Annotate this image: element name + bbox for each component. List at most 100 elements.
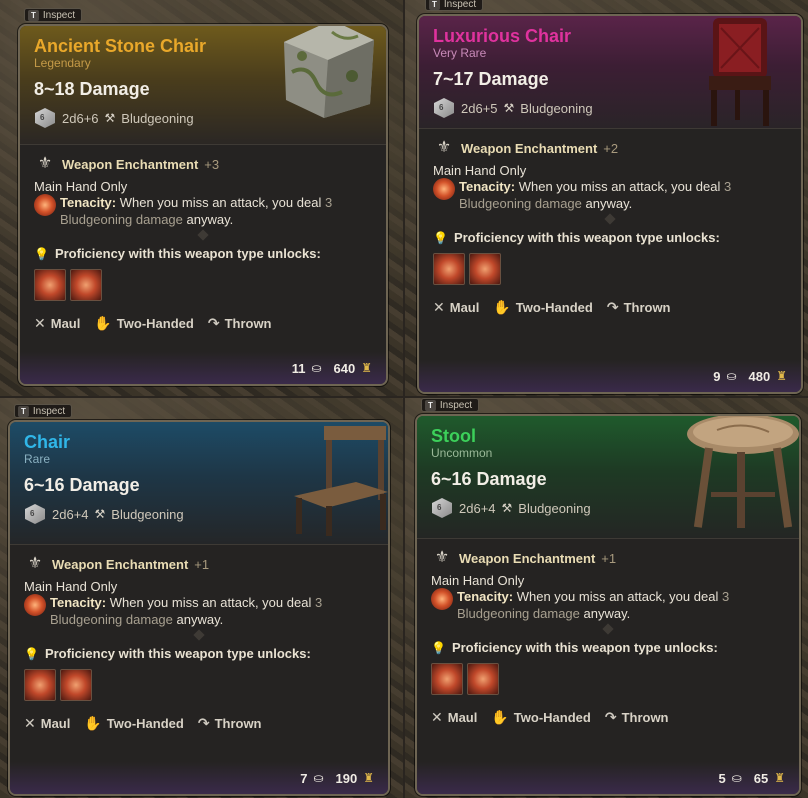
property-maul[interactable]: ✕ Maul xyxy=(431,709,477,726)
bludgeoning-icon: ⚒ xyxy=(503,101,515,115)
action-icon[interactable] xyxy=(34,269,66,301)
weapon-enchantment: ⚜ Weapon Enchantment +1 xyxy=(431,547,785,569)
d6-dice-icon: 6 xyxy=(34,106,56,130)
inspect-hint[interactable]: T Inspect xyxy=(14,404,73,418)
tooltip-footer: 11 ⛀ 640 ♜ xyxy=(20,352,386,384)
proficiency-title: 💡 Proficiency with this weapon type unlo… xyxy=(431,640,785,655)
tooltip-header: Stool Uncommon 6~16 Damage 6 2d6+4 ⚒ Blu… xyxy=(417,416,799,538)
inspect-label: Inspect xyxy=(42,9,76,21)
maul-icon: ✕ xyxy=(431,709,443,725)
tooltip-footer: 9 ⛀ 480 ♜ xyxy=(419,360,801,392)
inspect-hint[interactable]: T Inspect xyxy=(421,398,480,412)
proficiency-section: 💡 Proficiency with this weapon type unlo… xyxy=(419,218,801,324)
panel-luxurious-chair: T Inspect Luxurious Chair Very Rare 7~17… xyxy=(405,0,808,396)
property-two-handed[interactable]: ✋ Two-Handed xyxy=(94,315,193,332)
main-hand-only: Main Hand Only xyxy=(431,573,525,588)
enchantment-label: Weapon Enchantment xyxy=(52,556,189,572)
thrown-icon: ↷ xyxy=(207,315,220,331)
enchantment-section: ⚜ Weapon Enchantment +1 Main Hand Only T… xyxy=(10,544,388,634)
tenacity-label: Tenacity: xyxy=(459,179,516,194)
proficiency-text: Proficiency with this weapon type unlock… xyxy=(451,640,718,655)
enchantment-icon: ⚜ xyxy=(27,555,43,572)
stone-chair-image xyxy=(284,26,374,118)
tooltip-header: Ancient Stone Chair Legendary 8~18 Damag… xyxy=(20,26,386,144)
inspect-label: Inspect xyxy=(439,399,473,411)
property-thrown[interactable]: ↷ Thrown xyxy=(605,709,669,726)
tooltip-header: Chair Rare 6~16 Damage 6 2d6+4 ⚒ Bludgeo… xyxy=(10,422,388,544)
weapon-properties: ✕ Maul ✋ Two-Handed ↷ Thrown xyxy=(433,299,787,316)
tenacity-icon xyxy=(34,194,56,216)
tenacity-icon xyxy=(433,178,455,200)
action-icon[interactable] xyxy=(60,669,92,701)
proficiency-actions xyxy=(34,269,372,301)
action-icon[interactable] xyxy=(469,253,501,285)
lightbulb-icon: 💡 xyxy=(24,646,39,661)
proficiency-actions xyxy=(431,663,785,695)
action-icon[interactable] xyxy=(431,663,463,695)
property-thrown[interactable]: ↷ Thrown xyxy=(607,299,671,316)
inspect-key: T xyxy=(425,399,436,411)
property-thrown[interactable]: ↷ Thrown xyxy=(198,715,262,732)
tenacity-damage-type: Bludgeoning damage xyxy=(459,196,582,211)
enchantment-bonus: +2 xyxy=(603,140,619,156)
gold-icon: ♜ xyxy=(774,771,785,785)
inspect-key: T xyxy=(429,0,440,10)
damage-dice: 2d6+4 xyxy=(52,506,89,522)
property-thrown[interactable]: ↷ Thrown xyxy=(208,315,272,332)
luxurious-chair-image xyxy=(709,18,771,126)
tenacity-passive: Tenacity: When you miss an attack, you d… xyxy=(34,194,372,228)
enchantment-icon: ⚜ xyxy=(436,139,452,156)
enchantment-section: ⚜ Weapon Enchantment +2 Main Hand Only T… xyxy=(419,128,801,218)
bludgeoning-icon: ⚒ xyxy=(104,111,116,125)
weight-icon: ⛀ xyxy=(731,771,742,785)
inspect-hint[interactable]: T Inspect xyxy=(425,0,484,11)
tenacity-amount: 3 xyxy=(721,589,730,604)
property-maul[interactable]: ✕ Maul xyxy=(24,715,70,732)
inspect-hint[interactable]: T Inspect xyxy=(24,8,83,22)
inspect-label: Inspect xyxy=(32,405,66,417)
proficiency-text: Proficiency with this weapon type unlock… xyxy=(453,230,720,245)
tenacity-label: Tenacity: xyxy=(50,595,107,610)
action-icon[interactable] xyxy=(467,663,499,695)
enchantment-bonus: +1 xyxy=(601,550,617,566)
damage-dice: 2d6+4 xyxy=(459,500,496,516)
d6-dice-icon: 6 xyxy=(433,96,455,120)
enchantment-label: Weapon Enchantment xyxy=(62,156,199,172)
enchantment-section: ⚜ Weapon Enchantment +3 Main Hand Only T… xyxy=(20,144,386,234)
weapon-enchantment: ⚜ Weapon Enchantment +1 xyxy=(24,553,374,575)
maul-icon: ✕ xyxy=(24,715,36,731)
action-icon[interactable] xyxy=(70,269,102,301)
property-two-handed[interactable]: ✋ Two-Handed xyxy=(493,299,592,316)
enchantment-bonus: +1 xyxy=(194,556,210,572)
tenacity-text: When you miss an attack, you deal xyxy=(516,589,719,604)
inspect-key: T xyxy=(18,405,29,417)
d6-dice-icon: 6 xyxy=(431,496,453,520)
wooden-chair-image xyxy=(294,426,388,536)
enchantment-section: ⚜ Weapon Enchantment +1 Main Hand Only T… xyxy=(417,538,799,628)
maul-icon: ✕ xyxy=(34,315,46,331)
action-icon[interactable] xyxy=(433,253,465,285)
item-weight: 7 xyxy=(300,770,308,786)
tenacity-tail: anyway. xyxy=(583,606,631,621)
weight-icon: ⛀ xyxy=(311,361,322,375)
enchantment-icon: ⚜ xyxy=(434,549,450,566)
property-maul[interactable]: ✕ Maul xyxy=(34,315,80,332)
inspect-key: T xyxy=(28,9,39,21)
action-icon[interactable] xyxy=(24,669,56,701)
tenacity-text: When you miss an attack, you deal xyxy=(119,195,322,210)
main-hand-only: Main Hand Only xyxy=(34,179,128,194)
gold-icon: ♜ xyxy=(361,361,372,375)
enchantment-label: Weapon Enchantment xyxy=(461,140,598,156)
hand-icon: ✋ xyxy=(84,715,102,731)
property-maul[interactable]: ✕ Maul xyxy=(433,299,479,316)
enchantment-icon: ⚜ xyxy=(37,155,53,172)
d6-dice-icon: 6 xyxy=(24,502,46,526)
item-value: 640 xyxy=(333,360,356,376)
tenacity-tail: anyway. xyxy=(176,612,224,627)
hand-icon: ✋ xyxy=(94,315,112,331)
tenacity-passive: Tenacity: When you miss an attack, you d… xyxy=(433,178,787,212)
property-two-handed[interactable]: ✋ Two-Handed xyxy=(491,709,590,726)
property-two-handed[interactable]: ✋ Two-Handed xyxy=(84,715,183,732)
weight-icon: ⛀ xyxy=(726,369,737,383)
damage-type: Bludgeoning xyxy=(520,100,593,116)
